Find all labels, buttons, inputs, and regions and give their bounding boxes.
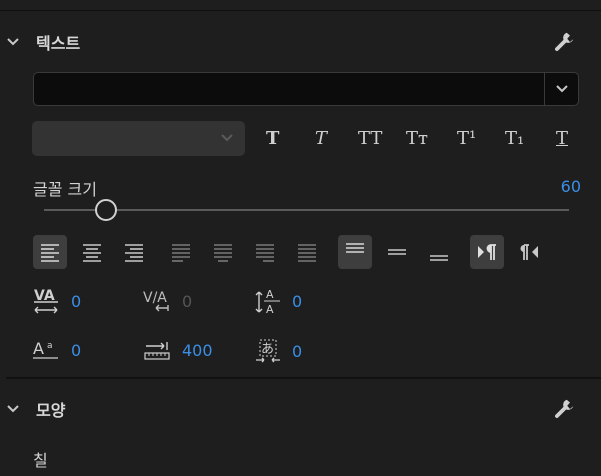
shape-section-header[interactable]: 모양	[0, 391, 601, 427]
justify-all-button[interactable]	[290, 235, 324, 269]
svg-text:a: a	[47, 341, 53, 351]
text-top-icon	[346, 243, 364, 253]
align-middle-button[interactable]	[380, 235, 414, 269]
svg-text:V/A: V/A	[143, 290, 167, 306]
left-to-right-button[interactable]	[470, 235, 504, 269]
chevron-down-icon[interactable]	[219, 130, 235, 146]
tracking-value[interactable]: 0	[182, 292, 192, 311]
select-divider	[544, 73, 545, 105]
indent-value[interactable]: 0	[292, 342, 302, 361]
align-center-icon	[83, 244, 101, 262]
right-to-left-button[interactable]	[512, 235, 546, 269]
fill-label: 칠	[33, 451, 48, 470]
section-title: 텍스트	[36, 34, 81, 53]
baseline-shift-icon: A a	[33, 339, 58, 359]
faux-bold-button[interactable]: T	[266, 125, 279, 153]
leading-value[interactable]: 0	[292, 292, 302, 311]
font-style-select[interactable]	[32, 121, 245, 156]
indent-icon: あ	[256, 339, 280, 363]
font-size-slider[interactable]	[44, 209, 569, 211]
svg-text:A: A	[266, 288, 274, 301]
font-size-label: 글꼴 크기	[33, 180, 97, 199]
section-divider	[6, 377, 601, 379]
justify-icon	[298, 244, 316, 262]
section-title: 모양	[36, 401, 66, 420]
tsume-icon	[144, 342, 170, 360]
chevron-down-icon[interactable]	[554, 81, 570, 97]
text-bottom-icon	[430, 255, 448, 261]
chevron-down-icon[interactable]	[5, 401, 21, 417]
justify-icon	[256, 244, 274, 262]
top-divider	[0, 10, 601, 11]
font-size-value[interactable]: 60	[561, 177, 581, 196]
baseline-shift-value[interactable]: 0	[71, 341, 81, 360]
align-right-button[interactable]	[117, 235, 151, 269]
align-left-icon	[41, 244, 59, 262]
align-top-button[interactable]	[338, 235, 372, 269]
svg-text:A: A	[266, 303, 274, 316]
wrench-icon[interactable]	[551, 29, 577, 55]
justify-last-left-button[interactable]	[164, 235, 198, 269]
wrench-icon[interactable]	[551, 396, 577, 422]
chevron-down-icon[interactable]	[5, 34, 21, 50]
superscript-button[interactable]: T¹	[457, 125, 476, 153]
kerning-value[interactable]: 0	[71, 292, 81, 311]
leading-icon: A A	[255, 288, 280, 316]
small-caps-button[interactable]: Tт	[406, 125, 428, 153]
kerning-icon: VA	[34, 288, 58, 314]
align-center-button[interactable]	[75, 235, 109, 269]
font-size-slider-thumb[interactable]	[95, 199, 117, 221]
faux-italic-button[interactable]: T	[315, 125, 327, 153]
justify-icon	[172, 244, 190, 262]
ltr-icon	[478, 244, 496, 260]
font-family-select[interactable]	[33, 72, 579, 106]
align-left-button[interactable]	[33, 235, 67, 269]
subscript-button[interactable]: T₁	[505, 125, 524, 153]
justify-icon	[214, 244, 232, 262]
tracking-icon: V/A	[143, 290, 169, 312]
align-right-icon	[125, 244, 143, 262]
all-caps-button[interactable]: TT	[358, 125, 382, 153]
svg-text:あ: あ	[261, 342, 274, 357]
rtl-icon	[520, 244, 538, 260]
justify-last-center-button[interactable]	[206, 235, 240, 269]
justify-last-right-button[interactable]	[248, 235, 282, 269]
svg-text:A: A	[33, 339, 44, 358]
tsume-value[interactable]: 400	[182, 341, 213, 360]
align-bottom-button[interactable]	[422, 235, 456, 269]
text-section-header[interactable]: 텍스트	[0, 24, 601, 60]
underline-button[interactable]: T	[556, 125, 568, 153]
text-center-icon	[388, 249, 406, 255]
